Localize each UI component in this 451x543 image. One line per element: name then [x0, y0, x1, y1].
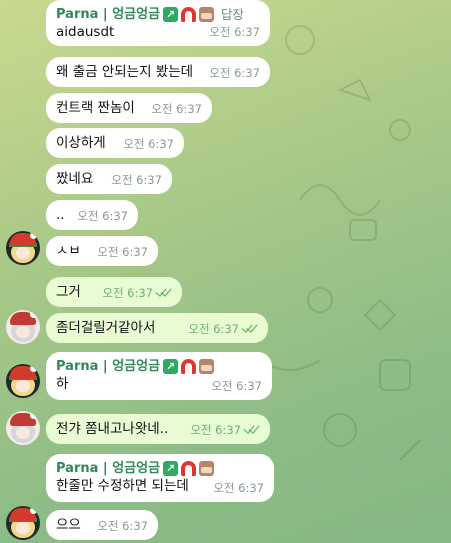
message-time: 오전 6:37	[213, 481, 264, 495]
chart-up-icon: ↗	[163, 359, 179, 374]
sender-name-row: Parna | 엉금엉금 ↗ 답장	[56, 6, 260, 23]
double-check-icon	[156, 288, 172, 298]
message-text: 컨트랙 짠놈이	[56, 100, 135, 116]
message-time: 오전 6:37	[151, 102, 202, 116]
message-meta: 오전 6:37	[102, 284, 172, 302]
message-text: 이상하게	[56, 135, 106, 151]
message-bubble[interactable]: 으으 오전 6:37	[46, 510, 158, 540]
user-avatar[interactable]	[6, 364, 40, 398]
message-text: 전갸 쫌내고나왓네..	[56, 421, 169, 437]
message-list[interactable]: Parna | 엉금엉금 ↗ 답장 aidausdt 오전 6:37 왜 출금 …	[0, 0, 451, 543]
message-bubble[interactable]: 그거 오전 6:37	[46, 277, 182, 307]
message-meta: 오전 6:37	[151, 100, 202, 118]
message-time: 오전 6:37	[97, 519, 148, 533]
reply-link[interactable]: 답장	[221, 6, 244, 23]
message-time: 오전 6:37	[123, 137, 174, 151]
magnet-icon	[181, 359, 197, 374]
magnet-icon	[181, 461, 197, 476]
sender-name[interactable]: Parna | 엉금엉금	[56, 6, 160, 23]
message-text: 왜 출금 안되는지 봤는데	[56, 64, 194, 80]
message-meta: 오전 6:37	[188, 320, 258, 338]
face-icon	[199, 461, 215, 476]
message-time: 오전 6:37	[211, 379, 262, 393]
sender-name-row: Parna | 엉금엉금 ↗	[56, 460, 264, 477]
message-bubble[interactable]: 전갸 쫌내고나왓네.. 오전 6:37	[46, 414, 270, 444]
message-meta: 오전 6:37	[209, 23, 260, 41]
face-icon	[199, 359, 215, 374]
sender-name-row: Parna | 엉금엉금 ↗	[56, 358, 262, 375]
message-time: 오전 6:37	[209, 25, 260, 39]
magnet-icon	[181, 7, 197, 22]
message-bubble[interactable]: ㅅㅂ 오전 6:37	[46, 236, 158, 266]
message-bubble[interactable]: Parna | 엉금엉금 ↗ 한줄만 수정하면 되는데 오전 6:37	[46, 454, 274, 502]
message-meta: 오전 6:37	[97, 243, 148, 261]
message-text: 으으	[56, 517, 81, 533]
sender-name[interactable]: Parna | 엉금엉금	[56, 358, 160, 375]
message-text: 그거	[56, 284, 81, 300]
sender-name[interactable]: Parna | 엉금엉금	[56, 460, 160, 477]
chart-up-icon: ↗	[163, 7, 179, 22]
message-time: 오전 6:37	[97, 245, 148, 259]
user-avatar[interactable]	[6, 231, 40, 265]
message-time: 오전 6:37	[111, 173, 162, 187]
double-check-icon	[244, 425, 260, 435]
face-icon	[199, 7, 215, 22]
own-avatar[interactable]	[6, 310, 40, 344]
message-text: ㅅㅂ	[56, 243, 81, 259]
message-time: 오전 6:37	[102, 286, 153, 300]
message-bubble[interactable]: .. 오전 6:37	[46, 200, 138, 230]
message-time: 오전 6:37	[209, 66, 260, 80]
message-bubble[interactable]: 컨트랙 짠놈이 오전 6:37	[46, 93, 212, 123]
message-meta: 오전 6:37	[213, 479, 264, 497]
message-meta: 오전 6:37	[97, 517, 148, 535]
message-bubble[interactable]: 이상하게 오전 6:37	[46, 128, 184, 158]
message-bubble[interactable]: Parna | 엉금엉금 ↗ 답장 aidausdt 오전 6:37	[46, 0, 270, 46]
message-text: ..	[56, 207, 65, 223]
message-meta: 오전 6:37	[190, 421, 260, 439]
message-bubble[interactable]: 왜 출금 안되는지 봤는데 오전 6:37	[46, 57, 270, 87]
user-avatar[interactable]	[6, 506, 40, 540]
chart-up-icon: ↗	[163, 461, 179, 476]
message-meta: 오전 6:37	[209, 64, 260, 82]
message-time: 오전 6:37	[190, 423, 241, 437]
message-text: 짰네요	[56, 171, 94, 187]
message-meta: 오전 6:37	[77, 207, 128, 225]
message-text: 좀더걸릴거같아서	[56, 320, 156, 336]
message-meta: 오전 6:37	[111, 171, 162, 189]
own-avatar[interactable]	[6, 411, 40, 445]
message-meta: 오전 6:37	[211, 377, 262, 395]
double-check-icon	[242, 324, 258, 334]
message-bubble[interactable]: 좀더걸릴거같아서 오전 6:37	[46, 313, 268, 343]
message-meta: 오전 6:37	[123, 135, 174, 153]
message-time: 오전 6:37	[188, 322, 239, 336]
message-bubble[interactable]: Parna | 엉금엉금 ↗ 하 오전 6:37	[46, 352, 272, 400]
message-bubble[interactable]: 짰네요 오전 6:37	[46, 164, 172, 194]
message-time: 오전 6:37	[77, 209, 128, 223]
